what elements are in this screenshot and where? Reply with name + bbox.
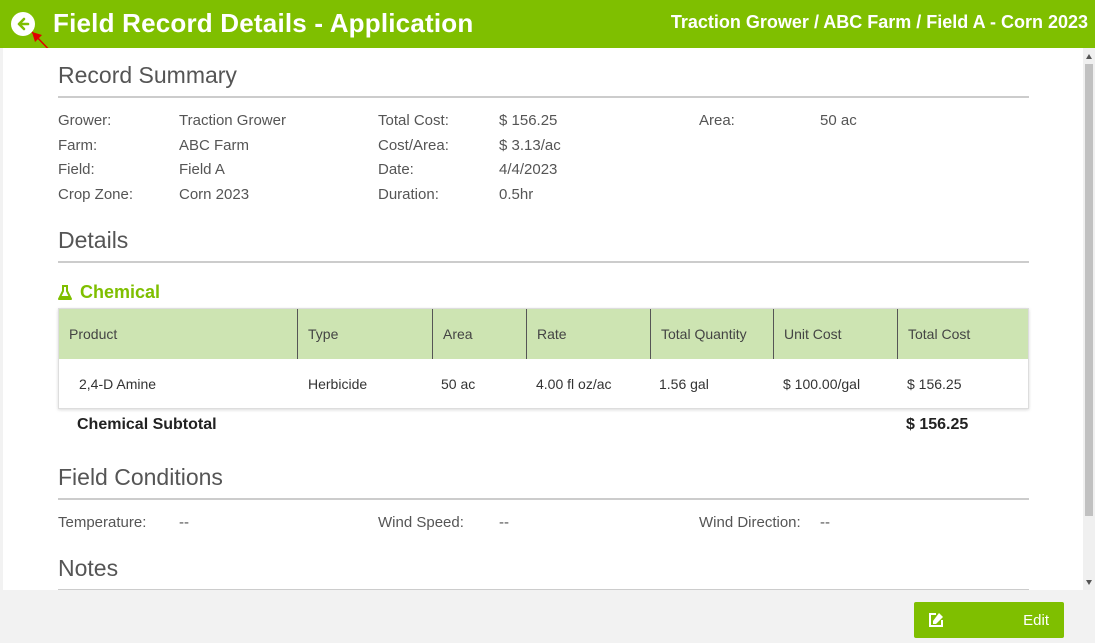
scroll-up-arrow-icon[interactable] <box>1086 54 1092 59</box>
page-title: Field Record Details - Application <box>53 8 474 38</box>
total-cost-cell: $ 156.25 <box>907 376 962 392</box>
grower-value: Traction Grower <box>179 112 286 129</box>
edit-button-label: Edit <box>1023 612 1049 629</box>
winddir-value: -- <box>820 514 830 531</box>
column-header: Type <box>298 309 433 359</box>
scrollbar-thumb[interactable] <box>1085 64 1093 516</box>
farm-label: Farm: <box>58 137 98 154</box>
date-label: Date: <box>378 161 414 178</box>
column-header: Total Cost <box>908 326 971 342</box>
field-label: Field: <box>58 161 95 178</box>
chemical-heading-label: Chemical <box>80 282 161 302</box>
main-content: Record Summary Grower: Traction Grower F… <box>3 48 1083 590</box>
edit-icon <box>929 613 943 627</box>
field-conditions-title: Field Conditions <box>58 464 1029 500</box>
scroll-down-arrow-icon[interactable] <box>1086 580 1092 585</box>
cropzone-value: Corn 2023 <box>179 186 250 203</box>
column-header: Area <box>433 309 527 359</box>
column-header: Total Quantity <box>651 309 774 359</box>
total-quantity-cell: 1.56 gal <box>659 376 709 392</box>
flask-icon <box>58 284 72 300</box>
temperature-label: Temperature: <box>58 514 147 531</box>
windspeed-label: Wind Speed: <box>378 514 464 531</box>
date-value: 4/4/2023 <box>499 161 558 178</box>
chemical-subtotal-value: $ 156.25 <box>906 416 969 433</box>
area-label: Area: <box>699 112 735 129</box>
field-value: Field A <box>179 161 225 178</box>
costarea-label: Cost/Area: <box>378 137 449 154</box>
area-cell: 50 ac <box>441 376 476 392</box>
record-summary-title: Record Summary <box>58 62 1029 98</box>
area-value: 50 ac <box>820 112 857 129</box>
details-title: Details <box>58 227 1029 263</box>
chemical-table: Product Type Area Rate Total Quantity Un… <box>58 308 1029 409</box>
windspeed-value: -- <box>499 514 509 531</box>
totalcost-value: $ 156.25 <box>499 112 558 129</box>
edit-button[interactable]: Edit <box>914 602 1064 638</box>
table-header: Product Type Area Rate Total Quantity Un… <box>59 309 1028 359</box>
notes-title: Notes <box>58 555 1029 590</box>
unit-cost-cell: $ 100.00/gal <box>783 376 861 392</box>
product-cell: 2,4-D Amine <box>79 376 157 392</box>
temperature-value: -- <box>179 514 189 531</box>
duration-value: 0.5hr <box>499 186 534 203</box>
breadcrumb: Traction Grower / ABC Farm / Field A - C… <box>670 12 1088 32</box>
scrollbar[interactable] <box>1083 48 1095 590</box>
column-header: Rate <box>527 309 651 359</box>
column-header: Unit Cost <box>774 309 898 359</box>
chemical-subtotal-label: Chemical Subtotal <box>77 416 217 433</box>
winddir-label: Wind Direction: <box>699 514 801 531</box>
totalcost-label: Total Cost: <box>378 112 449 129</box>
app-header: Field Record Details - Application Tract… <box>0 0 1095 48</box>
type-cell: Herbicide <box>308 376 368 392</box>
costarea-value: $ 3.13/ac <box>499 137 561 154</box>
rate-cell: 4.00 fl oz/ac <box>536 376 612 392</box>
arrow-left-icon <box>17 17 30 31</box>
duration-label: Duration: <box>378 186 439 203</box>
chemical-heading: Chemical <box>58 282 160 303</box>
grower-label: Grower: <box>58 112 112 129</box>
column-header: Product <box>59 309 298 359</box>
cropzone-label: Crop Zone: <box>58 186 134 203</box>
farm-value: ABC Farm <box>179 137 250 154</box>
